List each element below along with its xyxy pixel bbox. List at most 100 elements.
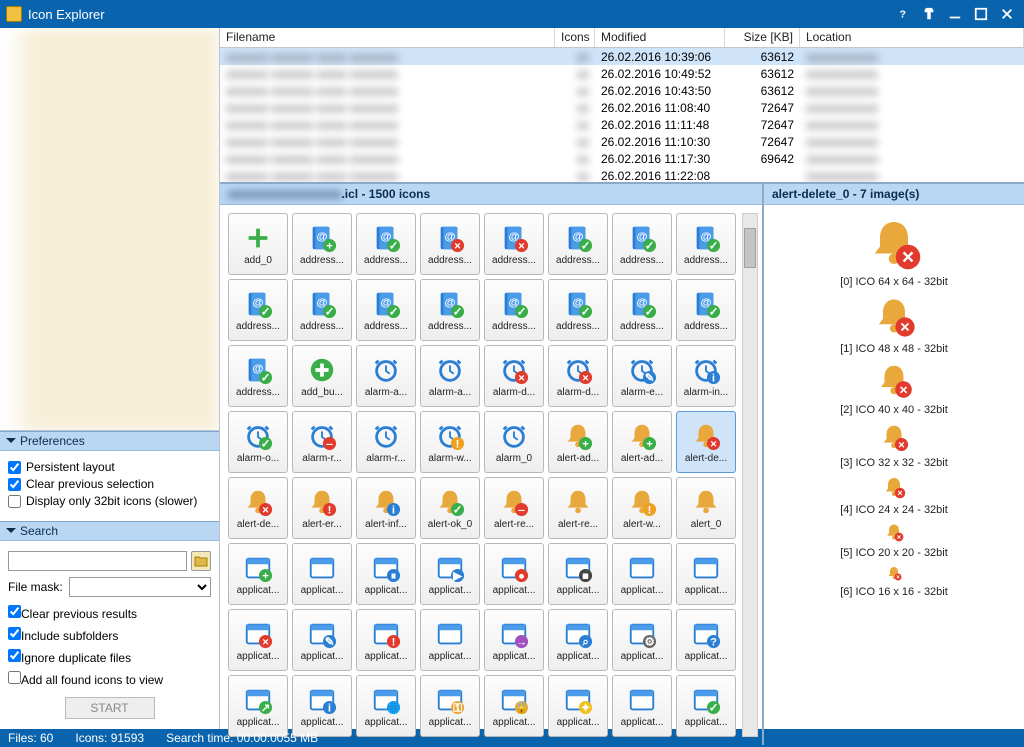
- maximize-button[interactable]: [970, 3, 992, 25]
- icon-cell[interactable]: ✦applicat...: [548, 675, 608, 737]
- icon-cell[interactable]: @✓address...: [676, 213, 736, 275]
- minimize-button[interactable]: [944, 3, 966, 25]
- icon-cell[interactable]: ✎applicat...: [292, 609, 352, 671]
- icon-cell[interactable]: +alert-ad...: [548, 411, 608, 473]
- icon-cell[interactable]: @✓address...: [228, 345, 288, 407]
- col-location[interactable]: Location: [800, 28, 1024, 47]
- icon-cell[interactable]: →applicat...: [484, 609, 544, 671]
- icon-cell[interactable]: ×alert-de...: [676, 411, 736, 473]
- icon-cell[interactable]: ‒alert-re...: [484, 477, 544, 539]
- col-icons[interactable]: Icons: [555, 28, 595, 47]
- icon-cell[interactable]: applicat...: [420, 609, 480, 671]
- icon-cell[interactable]: @✓address...: [484, 279, 544, 341]
- detail-item[interactable]: ×[6] ICO 16 x 16 - 32bit: [840, 565, 948, 598]
- icon-cell[interactable]: ✓alarm-o...: [228, 411, 288, 473]
- icon-cell[interactable]: ✓applicat...: [676, 675, 736, 737]
- icon-cell[interactable]: @✓address...: [292, 279, 352, 341]
- file-mask-select[interactable]: [69, 577, 211, 597]
- icon-cell[interactable]: ⌕applicat...: [548, 609, 608, 671]
- icon-cell[interactable]: +alert-ad...: [612, 411, 672, 473]
- icon-cell[interactable]: ×alarm-d...: [548, 345, 608, 407]
- icon-cell[interactable]: +applicat...: [228, 543, 288, 605]
- icon-cell[interactable]: alarm_0: [484, 411, 544, 473]
- icon-cell[interactable]: !alarm-w...: [420, 411, 480, 473]
- icon-cell[interactable]: ↗applicat...: [228, 675, 288, 737]
- icon-cell[interactable]: alert_0: [676, 477, 736, 539]
- icon-grid[interactable]: add_0@+address...@✓address...@×address..…: [228, 213, 738, 737]
- file-row[interactable]: xxxxxxx xxxxxxx xxxxx xxxxxxxx xx 26.02.…: [220, 167, 1024, 182]
- browse-button[interactable]: [191, 551, 211, 571]
- icon-cell[interactable]: alarm-r...: [356, 411, 416, 473]
- file-row[interactable]: xxxxxxx xxxxxxx xxxxx xxxxxxxx xx 26.02.…: [220, 116, 1024, 133]
- icon-cell[interactable]: ?applicat...: [676, 609, 736, 671]
- folder-tree[interactable]: [0, 28, 219, 431]
- detail-item[interactable]: ×[4] ICO 24 x 24 - 32bit: [840, 475, 948, 516]
- detail-item[interactable]: ×[2] ICO 40 x 40 - 32bit: [840, 361, 948, 416]
- icon-cell[interactable]: ialert-inf...: [356, 477, 416, 539]
- icon-cell[interactable]: 🔒applicat...: [484, 675, 544, 737]
- pref-clear-selection[interactable]: Clear previous selection: [8, 477, 211, 491]
- icon-cell[interactable]: @✓address...: [612, 213, 672, 275]
- detail-item[interactable]: ×[5] ICO 20 x 20 - 32bit: [840, 522, 948, 559]
- icon-cell[interactable]: @✓address...: [676, 279, 736, 341]
- detail-item[interactable]: ×[0] ICO 64 x 64 - 32bit: [840, 215, 948, 288]
- detail-item[interactable]: ×[3] ICO 32 x 32 - 32bit: [840, 422, 948, 469]
- file-list-body[interactable]: xxxxxxx xxxxxxx xxxxx xxxxxxxx xx 26.02.…: [220, 48, 1024, 182]
- search-clear-results[interactable]: Clear previous results: [8, 605, 211, 621]
- icon-cell[interactable]: @✓address...: [356, 279, 416, 341]
- preferences-header[interactable]: Preferences: [0, 431, 219, 451]
- icon-cell[interactable]: ●applicat...: [484, 543, 544, 605]
- search-ignore-duplicates[interactable]: Ignore duplicate files: [8, 649, 211, 665]
- file-row[interactable]: xxxxxxx xxxxxxx xxxxx xxxxxxxx xx 26.02.…: [220, 48, 1024, 65]
- icon-cell[interactable]: !alert-er...: [292, 477, 352, 539]
- icon-cell[interactable]: ▶applicat...: [420, 543, 480, 605]
- icon-cell[interactable]: applicat...: [612, 543, 672, 605]
- icon-cell[interactable]: @✓address...: [420, 279, 480, 341]
- search-header[interactable]: Search: [0, 521, 219, 541]
- icon-cell[interactable]: 🌐applicat...: [356, 675, 416, 737]
- col-size[interactable]: Size [KB]: [725, 28, 800, 47]
- icon-cell[interactable]: ✎alarm-e...: [612, 345, 672, 407]
- search-add-all[interactable]: Add all found icons to view: [8, 671, 211, 687]
- icon-cell[interactable]: add_0: [228, 213, 288, 275]
- icon-cell[interactable]: ✓alert-ok_0: [420, 477, 480, 539]
- icon-cell[interactable]: @✓address...: [612, 279, 672, 341]
- icon-cell[interactable]: iapplicat...: [292, 675, 352, 737]
- col-filename[interactable]: Filename: [220, 28, 555, 47]
- icon-grid-scrollbar[interactable]: [742, 213, 758, 737]
- icon-cell[interactable]: ×alarm-d...: [484, 345, 544, 407]
- search-include-subfolders[interactable]: Include subfolders: [8, 627, 211, 643]
- pref-only-32bit[interactable]: Display only 32bit icons (slower): [8, 494, 211, 508]
- icon-cell[interactable]: ×applicat...: [228, 609, 288, 671]
- icon-cell[interactable]: alarm-a...: [420, 345, 480, 407]
- icon-cell[interactable]: @✓address...: [228, 279, 288, 341]
- icon-cell[interactable]: @+address...: [292, 213, 352, 275]
- icon-cell[interactable]: !applicat...: [356, 609, 416, 671]
- icon-cell[interactable]: add_bu...: [292, 345, 352, 407]
- shirt-button[interactable]: [918, 3, 940, 25]
- start-button[interactable]: START: [65, 697, 155, 719]
- search-path-input[interactable]: [8, 551, 187, 571]
- icon-cell[interactable]: @×address...: [420, 213, 480, 275]
- icon-cell[interactable]: ‒alarm-r...: [292, 411, 352, 473]
- icon-cell[interactable]: @×address...: [484, 213, 544, 275]
- icon-cell[interactable]: ⚙applicat...: [612, 609, 672, 671]
- icon-cell[interactable]: @✓address...: [548, 279, 608, 341]
- detail-item[interactable]: ×[1] ICO 48 x 48 - 32bit: [840, 294, 948, 355]
- file-row[interactable]: xxxxxxx xxxxxxx xxxxx xxxxxxxx xx 26.02.…: [220, 82, 1024, 99]
- icon-cell[interactable]: ⚿applicat...: [420, 675, 480, 737]
- file-row[interactable]: xxxxxxx xxxxxxx xxxxx xxxxxxxx xx 26.02.…: [220, 99, 1024, 116]
- file-row[interactable]: xxxxxxx xxxxxxx xxxxx xxxxxxxx xx 26.02.…: [220, 133, 1024, 150]
- icon-cell[interactable]: @✓address...: [548, 213, 608, 275]
- help-button[interactable]: ?: [892, 3, 914, 25]
- icon-cell[interactable]: ×alert-de...: [228, 477, 288, 539]
- icon-cell[interactable]: ialarm-in...: [676, 345, 736, 407]
- icon-cell[interactable]: alarm-a...: [356, 345, 416, 407]
- icon-cell[interactable]: alert-re...: [548, 477, 608, 539]
- file-row[interactable]: xxxxxxx xxxxxxx xxxxx xxxxxxxx xx 26.02.…: [220, 150, 1024, 167]
- icon-cell[interactable]: ■applicat...: [548, 543, 608, 605]
- file-row[interactable]: xxxxxxx xxxxxxx xxxxx xxxxxxxx xx 26.02.…: [220, 65, 1024, 82]
- icon-cell[interactable]: applicat...: [612, 675, 672, 737]
- icon-cell[interactable]: @✓address...: [356, 213, 416, 275]
- icon-cell[interactable]: applicat...: [292, 543, 352, 605]
